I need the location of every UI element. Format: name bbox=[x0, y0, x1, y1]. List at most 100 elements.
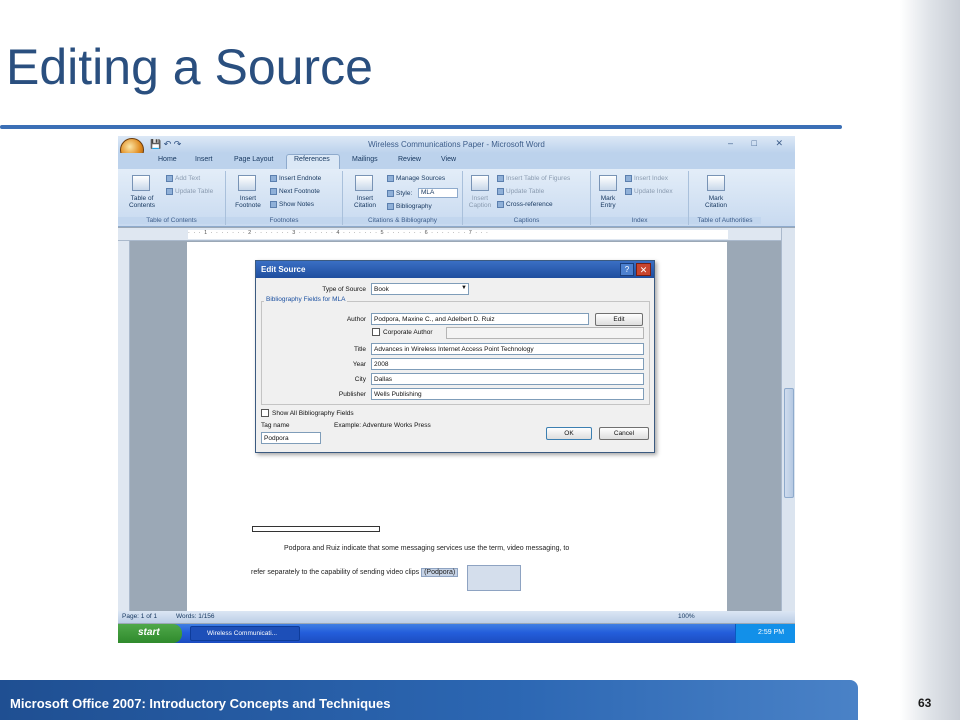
manage-sources-button[interactable]: Manage Sources bbox=[387, 175, 445, 182]
style-label-text: Style: bbox=[396, 190, 413, 198]
window-controls[interactable]: – □ ✕ bbox=[728, 138, 791, 149]
corporate-author-checkbox[interactable] bbox=[372, 328, 380, 336]
city-field[interactable]: Dallas bbox=[371, 373, 644, 385]
edit-author-button[interactable]: Edit bbox=[595, 313, 643, 326]
help-icon[interactable]: ? bbox=[620, 263, 634, 276]
add-text-icon bbox=[166, 175, 173, 182]
insert-footnote-button[interactable]: Insert Footnote bbox=[230, 195, 266, 209]
slide-footer: Microsoft Office 2007: Introductory Conc… bbox=[10, 696, 391, 711]
table-of-contents-icon bbox=[132, 175, 150, 191]
scrollbar-thumb[interactable] bbox=[784, 388, 794, 498]
author-label: Author bbox=[346, 316, 366, 323]
insert-caption-button[interactable]: Insert Caption bbox=[465, 195, 495, 209]
insert-citation-button[interactable]: Insert Citation bbox=[347, 195, 383, 209]
vertical-scrollbar[interactable] bbox=[781, 228, 795, 611]
group-table-of-contents: Table of Contents Add Text Update Table … bbox=[118, 171, 226, 225]
insert-index-button[interactable]: Insert Index bbox=[625, 175, 668, 182]
publisher-label: Publisher bbox=[338, 391, 366, 398]
quick-access-toolbar[interactable]: 💾 ↶ ↷ bbox=[150, 139, 181, 150]
mark-citation-icon bbox=[707, 175, 725, 191]
slide-title: Editing a Source bbox=[6, 39, 373, 95]
update-captions-table-icon bbox=[497, 188, 504, 195]
tab-review[interactable]: Review bbox=[398, 156, 421, 163]
tab-page-layout[interactable]: Page Layout bbox=[234, 156, 273, 163]
city-label: City bbox=[354, 376, 366, 383]
update-index-button[interactable]: Update Index bbox=[625, 188, 673, 195]
update-table-button[interactable]: Update Table bbox=[166, 188, 213, 195]
insert-citation-icon bbox=[355, 175, 373, 191]
tab-home[interactable]: Home bbox=[158, 156, 177, 163]
author-field[interactable]: Podpora, Maxine C., and Adelbert D. Ruiz bbox=[371, 313, 589, 325]
citation-control-box[interactable] bbox=[467, 565, 521, 591]
tag-name-field[interactable]: Podpora bbox=[261, 432, 321, 444]
bibliography-fields-legend: Bibliography Fields for MLA bbox=[264, 296, 348, 303]
year-field[interactable]: 2008 bbox=[371, 358, 644, 370]
group-citations: Insert Citation Manage Sources Style: Bi… bbox=[343, 171, 463, 225]
group-label-toc: Table of Contents bbox=[118, 217, 225, 224]
insert-table-of-figures-button[interactable]: Insert Table of Figures bbox=[497, 175, 570, 182]
update-captions-table-label: Update Table bbox=[506, 188, 545, 196]
edit-source-dialog: Edit Source ? ✕ Type of Source Book ▼ Bib… bbox=[255, 260, 655, 453]
start-button[interactable]: start bbox=[118, 624, 182, 643]
update-captions-table-button[interactable]: Update Table bbox=[497, 188, 544, 195]
cancel-button[interactable]: Cancel bbox=[599, 427, 649, 440]
mark-citation-button[interactable]: Mark Citation bbox=[699, 195, 733, 209]
manage-sources-label: Manage Sources bbox=[396, 175, 446, 183]
horizontal-ruler[interactable]: · · · 1 · · · · · · · 2 · · · · · · · 3 … bbox=[118, 228, 795, 241]
update-index-icon bbox=[625, 188, 632, 195]
add-text-button[interactable]: Add Text bbox=[166, 175, 200, 182]
tab-references[interactable]: References bbox=[294, 156, 330, 163]
corporate-author-label: Corporate Author bbox=[383, 329, 433, 336]
bibliography-button[interactable]: Bibliography bbox=[387, 203, 432, 210]
insert-caption-icon bbox=[471, 175, 489, 191]
status-page[interactable]: Page: 1 of 1 bbox=[122, 613, 157, 620]
tab-view[interactable]: View bbox=[441, 156, 456, 163]
corporate-author-field[interactable] bbox=[446, 327, 644, 339]
close-icon[interactable]: ✕ bbox=[636, 263, 651, 276]
group-label-toa: Table of Authorities bbox=[689, 217, 761, 224]
insert-table-of-figures-label: Insert Table of Figures bbox=[506, 175, 571, 183]
type-of-source-select[interactable]: Book ▼ bbox=[371, 283, 469, 295]
citation-placeholder[interactable]: (Podpora) bbox=[421, 568, 459, 577]
show-notes-icon bbox=[270, 201, 277, 208]
vertical-ruler[interactable] bbox=[118, 241, 130, 611]
manage-sources-icon bbox=[387, 175, 394, 182]
show-notes-label: Show Notes bbox=[279, 201, 315, 209]
group-label-footnotes: Footnotes bbox=[226, 217, 342, 224]
tab-mailings[interactable]: Mailings bbox=[352, 156, 378, 163]
show-all-fields-checkbox[interactable] bbox=[261, 409, 269, 417]
type-of-source-label: Type of Source bbox=[322, 286, 366, 293]
group-footnotes: Insert Footnote Insert Endnote Next Foot… bbox=[226, 171, 343, 225]
cross-reference-label: Cross-reference bbox=[506, 201, 553, 209]
group-label-index: Index bbox=[591, 217, 688, 224]
style-icon bbox=[387, 190, 394, 197]
insert-endnote-button[interactable]: Insert Endnote bbox=[270, 175, 321, 182]
slide-background: Editing a Source Wireless Communications… bbox=[0, 0, 960, 720]
insert-footnote-icon bbox=[238, 175, 256, 191]
status-words[interactable]: Words: 1/156 bbox=[176, 613, 215, 620]
cross-reference-button[interactable]: Cross-reference bbox=[497, 201, 553, 208]
table-of-contents-button[interactable]: Table of Contents bbox=[122, 195, 162, 209]
insert-index-icon bbox=[625, 175, 632, 182]
mark-entry-icon bbox=[599, 175, 617, 191]
tag-name-label: Tag name bbox=[261, 422, 290, 429]
title-field[interactable]: Advances in Wireless Internet Access Poi… bbox=[371, 343, 644, 355]
paragraph-marker-box bbox=[252, 526, 380, 532]
show-notes-button[interactable]: Show Notes bbox=[270, 201, 314, 208]
clock: 2:59 PM bbox=[758, 629, 785, 636]
status-zoom[interactable]: 100% bbox=[678, 613, 695, 620]
next-footnote-button[interactable]: Next Footnote bbox=[270, 188, 320, 195]
document-line-1[interactable]: Podpora and Ruiz indicate that some mess… bbox=[284, 545, 569, 552]
dialog-title: Edit Source bbox=[261, 265, 306, 274]
show-all-fields-label: Show All Bibliography Fields bbox=[272, 410, 354, 417]
publisher-field[interactable]: Wells Publishing bbox=[371, 388, 644, 400]
window-titlebar: Wireless Communications Paper - Microsof… bbox=[118, 136, 795, 153]
bibliography-icon bbox=[387, 203, 394, 210]
style-dropdown[interactable]: MLA bbox=[418, 188, 458, 198]
taskbar-word-item[interactable]: Wireless Communicati... bbox=[190, 626, 300, 641]
document-line-2-text: refer separately to the capability of se… bbox=[251, 569, 420, 576]
document-line-2[interactable]: refer separately to the capability of se… bbox=[251, 568, 459, 577]
tab-insert[interactable]: Insert bbox=[195, 156, 213, 163]
mark-entry-button[interactable]: Mark Entry bbox=[593, 195, 623, 209]
ok-button[interactable]: OK bbox=[546, 427, 592, 440]
